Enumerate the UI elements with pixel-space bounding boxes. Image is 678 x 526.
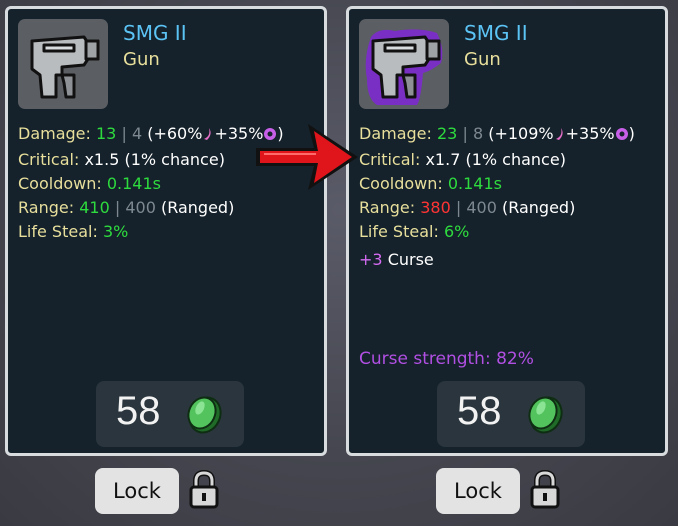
cursed-smg-icon [359, 19, 449, 109]
item-card-upgraded: SMG II Gun Damage: 23 | 8 (+109% +35%) Cr… [346, 6, 668, 456]
elemental-damage-icon [202, 124, 214, 148]
stat-damage: Damage: 23 | 8 (+109% +35%) [359, 122, 635, 148]
price-box: 58 [437, 381, 585, 447]
red-arrow-icon [250, 118, 362, 196]
lock-button[interactable]: Lock [436, 468, 520, 514]
item-type: Gun [123, 49, 160, 70]
item-name: SMG II [464, 21, 528, 45]
padlock-icon[interactable] [529, 469, 561, 510]
curse-strength: Curse strength: 82% [359, 349, 534, 369]
elemental-damage-icon [554, 124, 566, 148]
item-name: SMG II [123, 21, 187, 45]
item-card-original: SMG II Gun Damage: 13 | 4 (+60% +35%) Cri… [5, 6, 327, 456]
stat-critical: Critical: x1.5 (1% chance) [18, 150, 225, 169]
green-coin-icon [184, 393, 224, 435]
stat-cooldown: Cooldown: 0.141s [359, 174, 502, 193]
stat-cooldown: Cooldown: 0.141s [18, 174, 161, 193]
lock-button[interactable]: Lock [95, 468, 179, 514]
engineering-icon [615, 124, 629, 148]
stat-range: Range: 410 | 400 (Ranged) [18, 198, 235, 217]
price-value: 58 [116, 389, 161, 433]
price-value: 58 [457, 389, 502, 433]
stat-critical: Critical: x1.7 (1% chance) [359, 150, 566, 169]
stat-life-steal: Life Steal: 6% [359, 222, 470, 241]
price-box: 58 [96, 381, 244, 447]
padlock-icon[interactable] [188, 469, 220, 510]
item-type: Gun [464, 49, 501, 70]
stats-list: Damage: 23 | 8 (+109% +35%) Critical: x1.… [359, 122, 635, 272]
stat-curse: +3 Curse [359, 250, 434, 269]
stat-damage: Damage: 13 | 4 (+60% +35%) [18, 122, 284, 148]
stat-life-steal: Life Steal: 3% [18, 222, 129, 241]
smg-icon [18, 19, 108, 109]
stats-list: Damage: 13 | 4 (+60% +35%) Critical: x1.5… [18, 122, 284, 244]
stat-range: Range: 380 | 400 (Ranged) [359, 198, 576, 217]
green-coin-icon [525, 393, 565, 435]
